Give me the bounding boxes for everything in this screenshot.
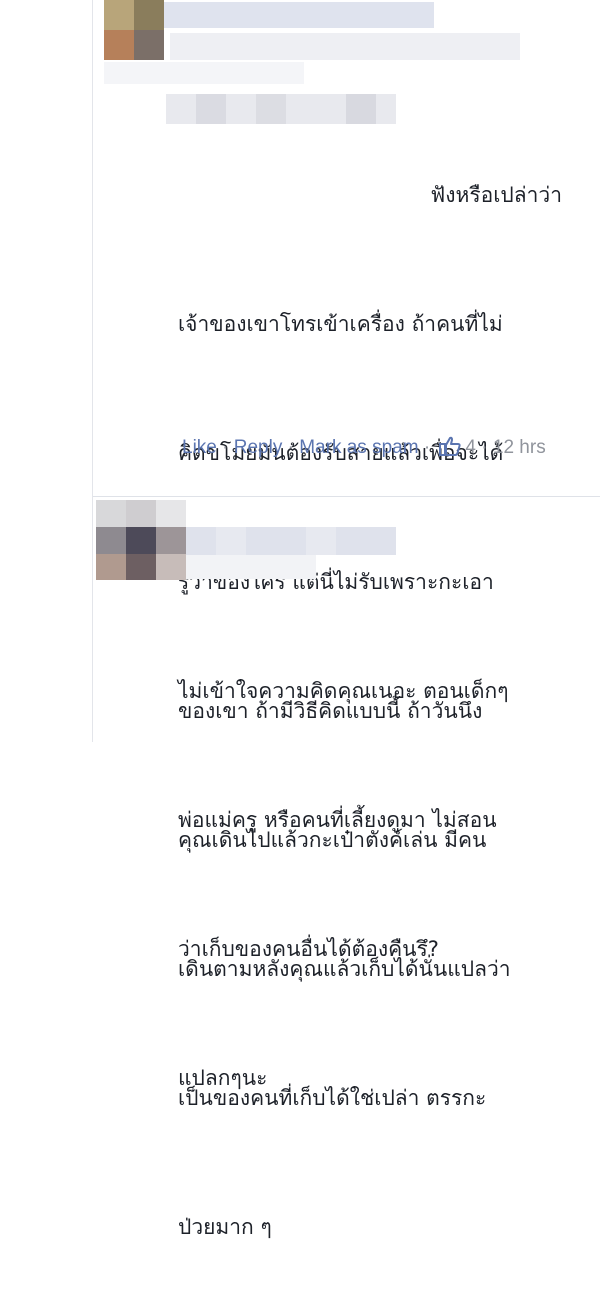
separator-dot: · [423,437,436,458]
separator-dot: · [222,437,234,458]
thread-rail [92,0,93,742]
timestamp[interactable]: 12 hrs [493,437,546,458]
separator-dot: · [287,437,300,458]
separator-dot: · [481,437,493,458]
reply1-line: ป่วยมาก ๆ [178,1215,272,1239]
reply2-line: แปลกๆนะ [178,1066,268,1090]
reply1-actions: Like · Reply · Mark as spam · 4 · 12 hrs [182,433,582,463]
like-count[interactable]: 4 [465,437,476,458]
mark-as-spam-link[interactable]: Mark as spam [299,437,418,458]
reply1-line: เจ้าของเขาโทรเข้าเครื่อง ถ้าคนที่ไม่ [178,312,503,336]
thumbs-up-icon[interactable] [439,436,462,456]
reply2-line: ว่าเก็บของคนอื่นได้ต้องคืนรึ? [178,937,439,961]
reply-link[interactable]: Reply [234,437,283,458]
like-link[interactable]: Like [182,437,217,458]
reply2-line: พ่อแม่ครู หรือคนที่เลี้ยงดูมา ไม่สอน [178,808,497,832]
reply2-body: ไม่เข้าใจความคิดคุณเนอะ ตอนเด็กๆ พ่อแม่ค… [178,584,578,1143]
comment-divider [93,496,600,497]
reply2-line: ไม่เข้าใจความคิดคุณเนอะ ตอนเด็กๆ [178,679,509,703]
reply1-lead: ฟังหรือเปล่าว่า [430,183,562,207]
